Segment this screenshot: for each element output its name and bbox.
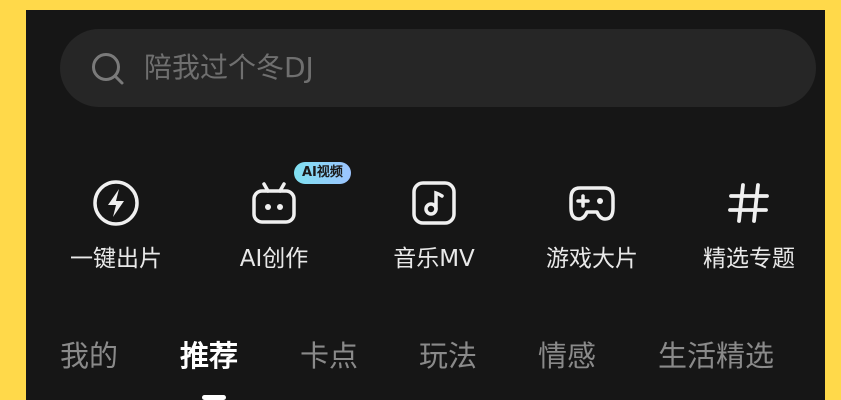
tab-emotion[interactable]: 情感: [538, 336, 596, 376]
tool-music-mv[interactable]: 音乐MV: [359, 176, 509, 286]
hashtag-icon: [728, 183, 769, 223]
search-bar[interactable]: [60, 29, 816, 107]
search-input[interactable]: [144, 48, 764, 88]
tool-label: 音乐MV: [393, 246, 475, 272]
gamepad-icon: [569, 186, 615, 221]
tab-beat-sync[interactable]: 卡点: [300, 336, 358, 376]
tool-label: 精选专题: [703, 246, 795, 272]
tool-label: AI创作: [239, 246, 309, 272]
music-note-icon: [412, 181, 456, 225]
search-icon: [92, 53, 124, 85]
category-tabs: 我的 推荐 卡点 玩法 情感 生活精选: [26, 330, 825, 400]
tab-life-picks[interactable]: 生活精选: [658, 336, 774, 376]
tool-one-click-film[interactable]: 一键出片: [41, 176, 191, 286]
ai-video-badge: AI视频: [294, 162, 351, 184]
tab-recommended[interactable]: 推荐: [180, 336, 238, 376]
tool-featured-topics[interactable]: 精选专题: [674, 176, 824, 286]
tool-label: 游戏大片: [546, 246, 638, 272]
tab-gameplay[interactable]: 玩法: [419, 336, 477, 376]
tool-game-film[interactable]: 游戏大片: [517, 176, 667, 286]
tab-mine[interactable]: 我的: [60, 336, 118, 376]
app-screen: 一键出片 AI创作 AI视频 音乐MV 游戏大片: [26, 10, 825, 400]
tool-label: 一键出片: [70, 246, 162, 272]
lightning-circle-icon: [93, 180, 139, 226]
active-tab-indicator: [202, 395, 226, 400]
tool-ai-create[interactable]: AI创作: [199, 176, 349, 286]
robot-icon: [252, 182, 296, 224]
